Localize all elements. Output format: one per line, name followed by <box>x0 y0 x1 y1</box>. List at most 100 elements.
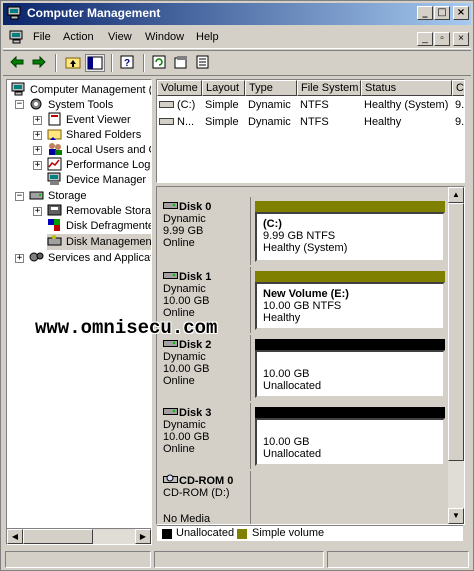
volume-detail: 9.99 GB NTFS <box>263 230 336 242</box>
tree-item-computer-management[interactable]: Computer Management (L <box>11 82 151 98</box>
watermark-text: www.omnisecu.com <box>35 317 218 339</box>
expand-toggle[interactable]: + <box>33 161 42 170</box>
column-file-system[interactable]: File System <box>297 80 361 96</box>
tree-label: System Tools <box>48 99 114 111</box>
storage-icon <box>29 191 44 200</box>
tree-horizontal-scrollbar[interactable]: ◀ ▶ <box>7 528 151 544</box>
tree-item-removable-storage[interactable]: Removable Storag <box>47 203 151 219</box>
child-close-button[interactable]: × <box>453 32 469 46</box>
menu-action[interactable]: Action <box>63 31 94 43</box>
volume-capacity: 9. <box>455 116 465 128</box>
title-bar[interactable]: Computer Management _ □ × <box>3 3 471 25</box>
legend: Unallocated Simple volume <box>157 525 463 541</box>
volume-box-e[interactable]: New Volume (E:) 10.00 GB NTFS Healthy <box>255 282 445 330</box>
expand-toggle[interactable]: + <box>15 254 24 263</box>
scroll-thumb[interactable] <box>23 529 93 544</box>
tree-item-disk-management[interactable]: Disk Management <box>47 234 151 250</box>
tree-item-storage[interactable]: Storage <box>29 188 87 204</box>
export-list-button[interactable] <box>193 54 213 72</box>
tree-item-disk-defragmenter[interactable]: Disk Defragmente <box>47 218 151 234</box>
column-status[interactable]: Status <box>361 80 452 96</box>
disk-row-0[interactable]: Disk 0 Dynamic 9.99 GB Online (C:) 9.99 … <box>157 197 464 265</box>
tree-item-device-manager[interactable]: Device Manager <box>47 172 146 188</box>
tree-label: Services and Applicatio <box>48 252 152 264</box>
volume-list-header: Volume Layout Type File System Status Ca <box>157 80 464 96</box>
tree-item-system-tools[interactable]: System Tools <box>29 97 113 113</box>
tree-item-event-viewer[interactable]: Event Viewer <box>47 112 131 128</box>
disk-row-3[interactable]: Disk 3 Dynamic 10.00 GB Online 10.00 GB … <box>157 403 464 469</box>
console-tree-pane[interactable]: Computer Management (L − System Tools + … <box>6 79 152 545</box>
menu-window[interactable]: Window <box>145 31 184 43</box>
volume-box-c[interactable]: (C:) 9.99 GB NTFS Healthy (System) <box>255 212 445 262</box>
disk-name: Disk 2 <box>179 339 212 351</box>
expand-toggle[interactable]: + <box>33 116 42 125</box>
volume-state: Healthy (System) <box>263 242 348 254</box>
collapse-toggle[interactable]: − <box>15 100 24 109</box>
export-list-icon <box>196 55 209 69</box>
properties-button[interactable] <box>171 54 191 72</box>
menu-file[interactable]: File <box>33 31 51 43</box>
toolbar-separator <box>143 54 145 72</box>
maximize-button[interactable]: □ <box>434 6 450 20</box>
disk-icon <box>163 408 178 415</box>
volume-file-system: NTFS <box>300 99 329 111</box>
scroll-thumb[interactable] <box>448 203 464 461</box>
simple-volume-bar <box>255 201 445 212</box>
volume-list-pane[interactable]: Volume Layout Type File System Status Ca… <box>156 79 465 183</box>
column-layout[interactable]: Layout <box>202 80 245 96</box>
expand-toggle[interactable]: + <box>33 207 42 216</box>
tree-label: Shared Folders <box>66 129 142 141</box>
console-tree-icon <box>87 56 103 70</box>
removable-storage-icon <box>47 204 62 216</box>
column-type[interactable]: Type <box>245 80 297 96</box>
collapse-toggle[interactable]: − <box>15 192 24 201</box>
scroll-left-icon[interactable]: ◀ <box>7 529 23 544</box>
column-volume[interactable]: Volume <box>157 80 202 96</box>
scroll-down-icon[interactable]: ▼ <box>448 508 464 524</box>
menu-help[interactable]: Help <box>196 31 219 43</box>
tree-item-services-applications[interactable]: Services and Applicatio <box>29 250 152 266</box>
disk-size: 9.99 GB <box>163 225 204 237</box>
disk-row-2[interactable]: Disk 2 Dynamic 10.00 GB Online 10.00 GB … <box>157 335 464 401</box>
cdrom-row[interactable]: CD-ROM 0 CD-ROM (D:) No Media <box>157 471 464 524</box>
volume-layout: Simple <box>205 116 239 128</box>
volume-detail: 10.00 GB <box>263 368 310 380</box>
child-restore-button[interactable]: ▫ <box>434 32 450 46</box>
window-title: Computer Management <box>27 6 161 20</box>
child-minimize-button[interactable]: _ <box>417 32 433 46</box>
drive-icon <box>159 101 174 108</box>
minimize-button[interactable]: _ <box>417 6 433 20</box>
scroll-right-icon[interactable]: ▶ <box>135 529 151 544</box>
expand-toggle[interactable]: + <box>33 131 42 140</box>
event-viewer-icon <box>48 112 61 126</box>
computer-icon <box>11 82 25 96</box>
tree-label: Storage <box>48 190 87 202</box>
column-capacity[interactable]: Ca <box>452 80 464 96</box>
tree-item-local-users[interactable]: Local Users and Gr <box>47 142 151 158</box>
forward-button[interactable] <box>29 54 49 72</box>
show-hide-tree-button[interactable] <box>85 54 105 72</box>
refresh-button[interactable] <box>149 54 169 72</box>
volume-state: Unallocated <box>263 448 322 460</box>
back-button[interactable] <box>7 54 27 72</box>
menu-view[interactable]: View <box>108 31 132 43</box>
tree-item-performance-logs[interactable]: Performance Logs <box>47 157 151 173</box>
legend-unallocated-swatch <box>162 529 172 539</box>
mdi-child-icon[interactable] <box>9 30 25 44</box>
close-button[interactable]: × <box>453 6 469 20</box>
expand-toggle[interactable]: + <box>33 146 42 155</box>
status-pane-middle <box>154 551 324 568</box>
disk-status: Online <box>163 443 195 455</box>
up-one-level-button[interactable] <box>63 54 83 72</box>
disk-vertical-scrollbar[interactable]: ▲ ▼ <box>448 187 464 524</box>
disk-graphical-pane[interactable]: Disk 0 Dynamic 9.99 GB Online (C:) 9.99 … <box>156 186 465 525</box>
disk-type: Dynamic <box>163 419 206 431</box>
unallocated-box[interactable]: 10.00 GB Unallocated <box>255 418 445 466</box>
disk-name: Disk 3 <box>179 407 212 419</box>
scroll-up-icon[interactable]: ▲ <box>448 187 464 203</box>
unallocated-box[interactable]: 10.00 GB Unallocated <box>255 350 445 398</box>
help-button[interactable]: ? <box>117 54 137 72</box>
services-icon <box>29 252 44 262</box>
volume-type: Dynamic <box>248 116 291 128</box>
tree-item-shared-folders[interactable]: Shared Folders <box>47 127 141 143</box>
